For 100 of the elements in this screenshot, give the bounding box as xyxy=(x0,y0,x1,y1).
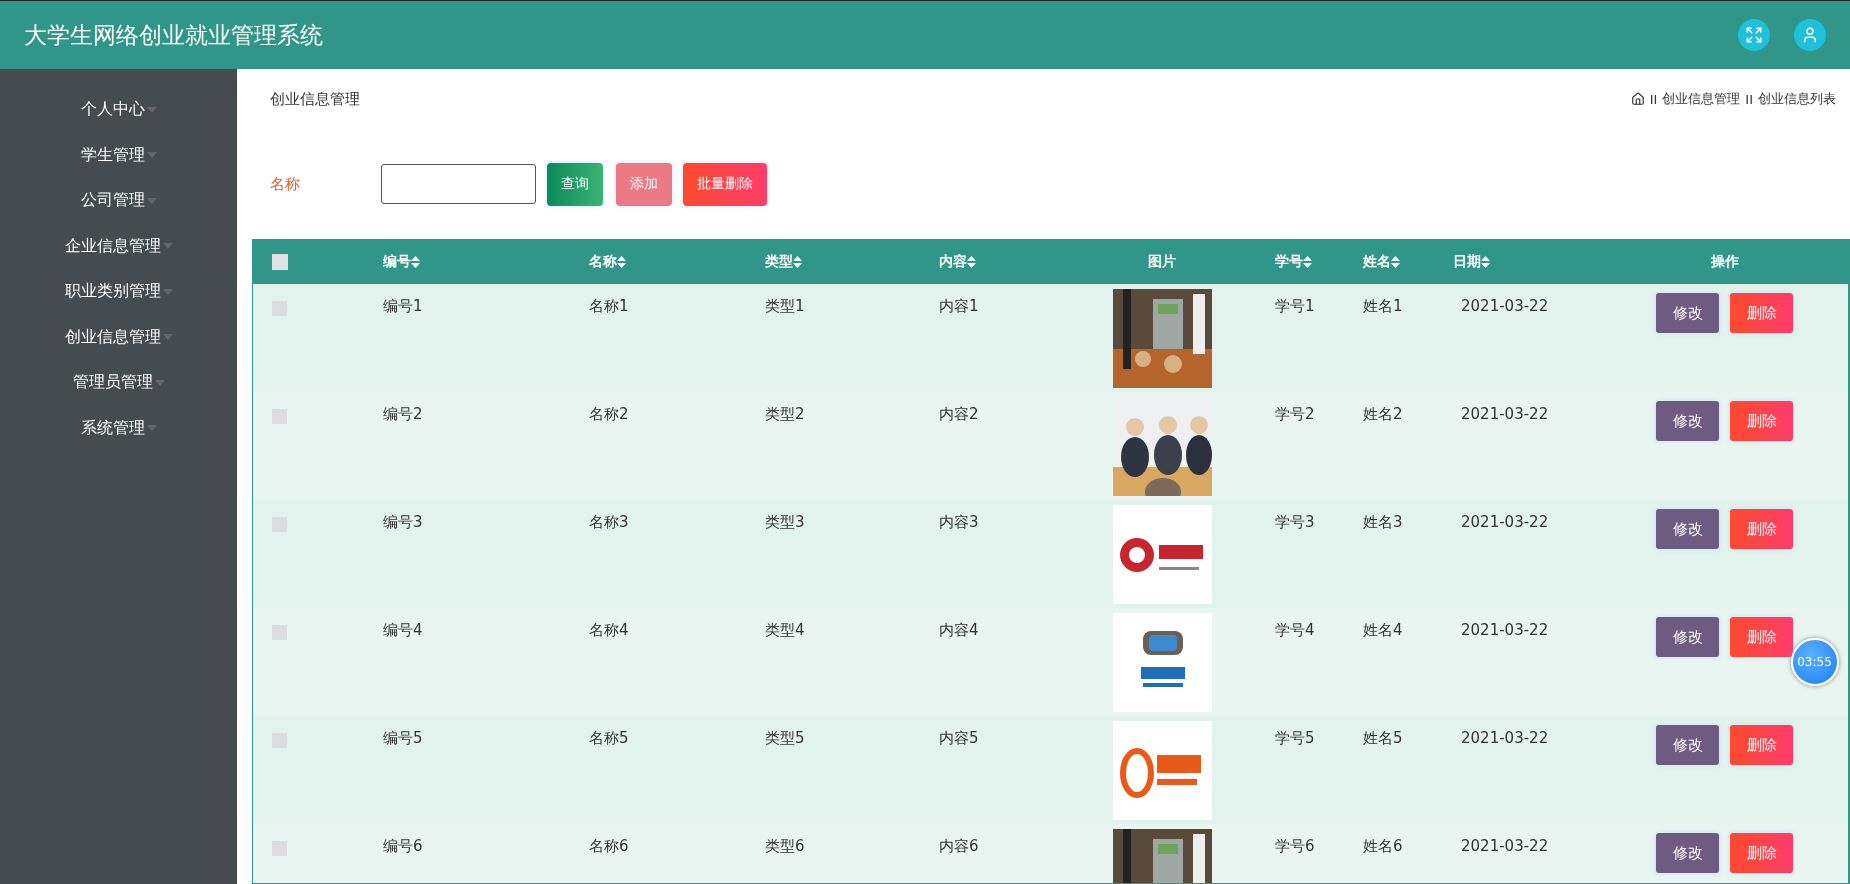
edit-button[interactable]: 修改 xyxy=(1656,725,1719,765)
table-cell-text: 类型2 xyxy=(764,404,806,424)
breadcrumb-separator: II xyxy=(1649,91,1658,107)
table-cell-text: 类型4 xyxy=(764,620,806,640)
table-cell-text: 学号6 xyxy=(1274,836,1316,856)
sidebar-item[interactable]: 个人中心 xyxy=(0,87,237,133)
caret-icon xyxy=(146,197,157,204)
breadcrumb-item[interactable]: 创业信息管理 xyxy=(1662,90,1741,108)
sidebar-item[interactable]: 管理员管理 xyxy=(0,360,237,406)
add-button[interactable]: 添加 xyxy=(616,162,672,206)
table-cell-text: 学号1 xyxy=(1274,296,1316,316)
sidebar-item[interactable]: 公司管理 xyxy=(0,178,237,224)
search-label: 名称 xyxy=(270,174,301,194)
delete-button[interactable]: 删除 xyxy=(1730,725,1793,765)
edit-button[interactable]: 修改 xyxy=(1656,401,1719,441)
column-header[interactable]: 姓名 xyxy=(1363,253,1400,271)
edit-button[interactable]: 修改 xyxy=(1656,617,1719,657)
fullscreen-icon[interactable] xyxy=(1738,19,1770,51)
sort-icon[interactable] xyxy=(411,256,420,268)
column-header: 图片 xyxy=(1148,253,1176,271)
delete-button[interactable]: 删除 xyxy=(1730,617,1793,657)
query-button[interactable]: 查询 xyxy=(547,162,603,206)
table-cell-text: 名称1 xyxy=(588,296,630,316)
delete-button[interactable]: 删除 xyxy=(1730,293,1793,333)
table-cell-text: 编号2 xyxy=(382,404,424,424)
batch-delete-button[interactable]: 批量删除 xyxy=(683,162,767,206)
sidebar-item[interactable]: 职业类别管理 xyxy=(0,269,237,315)
delete-button[interactable]: 删除 xyxy=(1730,833,1793,873)
column-header[interactable]: 名称 xyxy=(589,253,626,271)
table-cell-text: 编号4 xyxy=(382,620,424,640)
edit-button[interactable]: 修改 xyxy=(1656,293,1719,333)
column-header[interactable]: 学号 xyxy=(1275,253,1312,271)
table-cell-text: 姓名2 xyxy=(1362,404,1404,424)
caret-icon xyxy=(154,379,165,386)
table-cell-text: 名称6 xyxy=(588,836,630,856)
table-cell-text: 内容3 xyxy=(938,512,980,532)
table-cell-text: 2021-03-22 xyxy=(1460,728,1550,747)
table-cell-text: 2021-03-22 xyxy=(1460,620,1550,639)
sidebar-item[interactable]: 系统管理 xyxy=(0,405,237,451)
column-header[interactable]: 日期 xyxy=(1453,253,1490,271)
column-header[interactable]: 内容 xyxy=(939,253,976,271)
table-cell-text: 内容1 xyxy=(938,296,980,316)
sort-icon[interactable] xyxy=(793,256,802,268)
table-cell-text: 名称4 xyxy=(588,620,630,640)
sort-icon[interactable] xyxy=(967,256,976,268)
caret-icon xyxy=(146,152,157,159)
caret-icon xyxy=(146,106,157,113)
table-cell-text: 姓名1 xyxy=(1362,296,1404,316)
edit-button[interactable]: 修改 xyxy=(1656,509,1719,549)
table-cell-text: 姓名6 xyxy=(1362,836,1404,856)
table-cell-text: 编号5 xyxy=(382,728,424,748)
delete-button[interactable]: 删除 xyxy=(1730,401,1793,441)
column-header[interactable]: 类型 xyxy=(765,253,802,271)
sort-icon[interactable] xyxy=(1391,256,1400,268)
table-cell-text: 内容2 xyxy=(938,404,980,424)
sort-icon[interactable] xyxy=(1481,256,1490,268)
table-cell-text: 名称3 xyxy=(588,512,630,532)
table-cell-text: 2021-03-22 xyxy=(1460,512,1550,531)
column-header[interactable]: 编号 xyxy=(383,253,420,271)
timer-badge[interactable]: 03:55 xyxy=(1790,638,1839,686)
table-cell-text: 2021-03-22 xyxy=(1460,836,1550,855)
row-checkbox[interactable] xyxy=(272,841,287,856)
table-cell-text: 学号5 xyxy=(1274,728,1316,748)
table-cell-text: 2021-03-22 xyxy=(1460,404,1550,423)
table-cell-text: 类型6 xyxy=(764,836,806,856)
sort-icon[interactable] xyxy=(617,256,626,268)
table-cell-text: 名称5 xyxy=(588,728,630,748)
table-cell-text: 类型1 xyxy=(764,296,806,316)
sidebar-item[interactable]: 创业信息管理 xyxy=(0,314,237,360)
delete-button[interactable]: 删除 xyxy=(1730,509,1793,549)
breadcrumb-separator: II xyxy=(1745,91,1753,107)
table-cell-text: 编号1 xyxy=(382,296,424,316)
column-header: 操作 xyxy=(1710,253,1739,271)
caret-icon xyxy=(162,288,173,295)
edit-button[interactable]: 修改 xyxy=(1656,833,1719,873)
table-cell-text: 姓名3 xyxy=(1362,512,1404,532)
table-cell-text: 姓名4 xyxy=(1362,620,1404,640)
app-title: 大学生网络创业就业管理系统 xyxy=(24,20,323,50)
row-checkbox[interactable] xyxy=(272,625,287,640)
page-title: 创业信息管理 xyxy=(270,89,360,109)
search-field[interactable] xyxy=(381,164,536,204)
table-cell-text: 姓名5 xyxy=(1362,728,1404,748)
select-all-checkbox[interactable] xyxy=(272,254,288,270)
breadcrumb-item[interactable]: 创业信息列表 xyxy=(1758,90,1836,108)
table-cell-text: 内容4 xyxy=(938,620,980,640)
sidebar-item[interactable]: 企业信息管理 xyxy=(0,223,237,269)
table-cell-text: 2021-03-22 xyxy=(1460,296,1550,315)
user-icon[interactable] xyxy=(1794,19,1826,51)
table-cell-text: 学号4 xyxy=(1274,620,1316,640)
caret-icon xyxy=(162,334,173,341)
table-cell-text: 学号3 xyxy=(1274,512,1316,532)
row-checkbox[interactable] xyxy=(272,409,287,424)
home-icon[interactable] xyxy=(1630,92,1645,106)
sidebar-item[interactable]: 学生管理 xyxy=(0,132,237,178)
table-cell-text: 内容6 xyxy=(938,836,980,856)
table-cell-text: 类型5 xyxy=(764,728,806,748)
sort-icon[interactable] xyxy=(1303,256,1312,268)
table-cell-text: 编号3 xyxy=(382,512,424,532)
table-cell-text: 名称2 xyxy=(588,404,630,424)
table-cell-text: 编号6 xyxy=(382,836,424,856)
